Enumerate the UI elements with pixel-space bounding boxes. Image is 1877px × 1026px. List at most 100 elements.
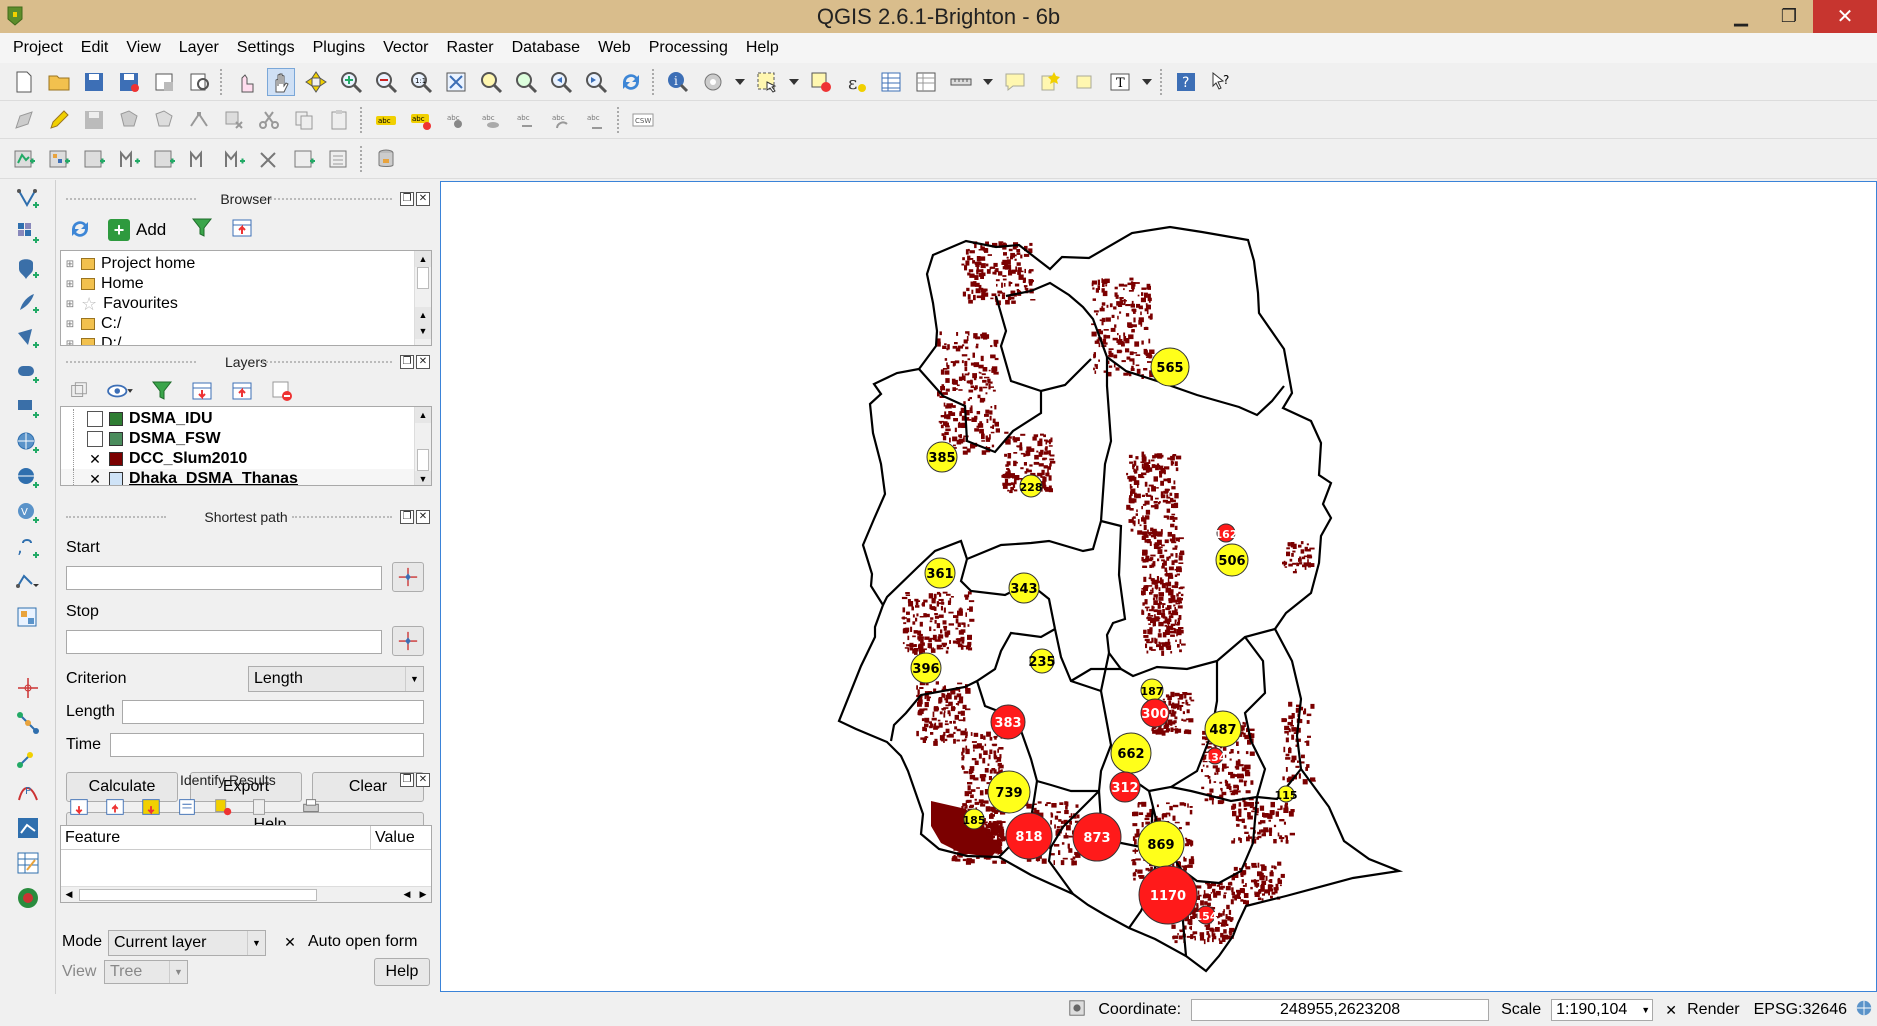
marker-134[interactable]: 134: [1204, 747, 1227, 765]
close-panel-button[interactable]: ✕: [416, 355, 430, 369]
copy-icon[interactable]: [248, 796, 270, 823]
add-wms-layer-icon[interactable]: [220, 145, 248, 173]
marker-506[interactable]: 506: [1215, 543, 1249, 577]
menu-vector[interactable]: Vector: [374, 39, 437, 57]
render-checkbox[interactable]: ✕: [1663, 1002, 1679, 1018]
float-panel-button[interactable]: ❐: [400, 355, 414, 369]
marker-396[interactable]: 396: [910, 652, 942, 684]
layer-row-dcc-slum2010[interactable]: ✕ DCC_Slum2010: [61, 449, 431, 469]
marker-873[interactable]: 873: [1072, 812, 1122, 862]
measure-line-icon[interactable]: [947, 68, 975, 96]
filter-icon[interactable]: [190, 216, 214, 245]
menu-layer[interactable]: Layer: [170, 39, 228, 57]
whats-this-icon[interactable]: ?: [1207, 68, 1235, 96]
refresh-icon[interactable]: [68, 217, 94, 243]
layer-row-dsma-idu[interactable]: DSMA_IDU: [61, 409, 431, 429]
show-hide-labels-icon[interactable]: abc: [477, 106, 505, 134]
layers-tree[interactable]: DSMA_IDU DSMA_FSW ✕ DCC_Slum2010 ✕ Dhaka…: [60, 406, 432, 486]
move-feature-icon[interactable]: [150, 106, 178, 134]
node-tool-icon[interactable]: [185, 106, 213, 134]
close-panel-button[interactable]: ✕: [416, 510, 430, 524]
select-dropdown-icon[interactable]: [788, 68, 800, 96]
float-panel-button[interactable]: ❐: [400, 510, 414, 524]
layer-row-dsma-fsw[interactable]: DSMA_FSW: [61, 429, 431, 449]
column-header-value[interactable]: Value: [371, 826, 431, 849]
save-layer-edits-icon[interactable]: [80, 106, 108, 134]
add-delimited-text-icon[interactable]: [325, 145, 353, 173]
add-oracle-layer-icon[interactable]: [185, 145, 213, 173]
zoom-to-layer-icon[interactable]: [512, 68, 540, 96]
menu-project[interactable]: Project: [4, 39, 72, 57]
zoom-to-selection-icon[interactable]: [477, 68, 505, 96]
close-button[interactable]: ✕: [1813, 0, 1877, 33]
identify-results-table[interactable]: Feature Value ◀ ◀ ▶: [60, 825, 432, 903]
marker-228[interactable]: 228: [1019, 474, 1043, 498]
zoom-full-icon[interactable]: [442, 68, 470, 96]
remove-layer-icon[interactable]: [270, 379, 294, 408]
scale-select[interactable]: 1:190,104 ▼: [1551, 999, 1654, 1021]
marker-312[interactable]: 312: [1109, 771, 1141, 803]
layer-visibility-checkbox[interactable]: [87, 411, 103, 427]
float-panel-button[interactable]: ❐: [400, 773, 414, 787]
marker-818[interactable]: 818: [1005, 812, 1053, 860]
marker-662[interactable]: 662: [1110, 732, 1152, 774]
expand-new-results-icon[interactable]: [140, 796, 162, 823]
table-manager-icon[interactable]: [0, 845, 56, 880]
horizontal-scrollbar[interactable]: ◀ ◀ ▶: [61, 886, 431, 902]
label-layer-icon[interactable]: abc: [372, 106, 400, 134]
menu-settings[interactable]: Settings: [228, 39, 304, 57]
expression-select-icon[interactable]: ε: [842, 68, 870, 96]
mode-select[interactable]: Current layer ▼: [108, 930, 266, 956]
new-project-icon[interactable]: [10, 68, 38, 96]
add-raster-layer-icon[interactable]: [45, 145, 73, 173]
add-button-label[interactable]: Add: [136, 220, 166, 240]
database-icon[interactable]: [372, 145, 400, 173]
expand-tree-icon[interactable]: [68, 796, 90, 823]
menu-edit[interactable]: Edit: [72, 39, 118, 57]
copy-features-icon[interactable]: [290, 106, 318, 134]
touch-zoom-icon[interactable]: [232, 68, 260, 96]
marker-1170[interactable]: 1170: [1138, 865, 1198, 925]
coordinate-input[interactable]: 248955,2623208: [1191, 999, 1490, 1021]
marker-187[interactable]: 187: [1140, 678, 1164, 702]
tree-item-project-home[interactable]: ⊞ Project home: [61, 254, 431, 274]
dropdown-arrow-icon[interactable]: [734, 68, 746, 96]
close-panel-button[interactable]: ✕: [416, 773, 430, 787]
layer-visibility-checkbox[interactable]: ✕: [87, 471, 103, 486]
marker-739[interactable]: 739: [987, 770, 1031, 814]
layer-visibility-checkbox[interactable]: ✕: [87, 451, 103, 467]
move-vertex-icon[interactable]: [0, 740, 56, 775]
menu-web[interactable]: Web: [589, 39, 640, 57]
select-features-icon[interactable]: [753, 68, 781, 96]
new-print-composer-icon[interactable]: [150, 68, 178, 96]
rotate-label-icon[interactable]: abc: [547, 106, 575, 134]
layers-scrollbar[interactable]: ▲ ▼: [414, 407, 431, 485]
add-spatialite-icon[interactable]: [0, 285, 56, 320]
layer-row-dhaka-dsma-thanas[interactable]: ✕ Dhaka_DSMA_Thanas: [61, 469, 431, 486]
save-project-icon[interactable]: [80, 68, 108, 96]
collapse-tree-icon[interactable]: [104, 796, 126, 823]
marker-385[interactable]: 385: [926, 441, 958, 473]
filter-icon[interactable]: [150, 379, 174, 408]
zoom-next-icon[interactable]: [582, 68, 610, 96]
new-shapefile-icon[interactable]: [0, 565, 56, 600]
vertex-tool-icon[interactable]: [0, 705, 56, 740]
zoom-native-icon[interactable]: 1:1: [407, 68, 435, 96]
add-icon[interactable]: +: [108, 219, 130, 241]
add-mssql-icon[interactable]: [0, 320, 56, 355]
menu-raster[interactable]: Raster: [437, 39, 502, 57]
add-spatialite-layer-icon[interactable]: [115, 145, 143, 173]
composer-manager-icon[interactable]: [185, 68, 213, 96]
stop-point-input[interactable]: [66, 630, 382, 654]
menu-help[interactable]: Help: [737, 39, 788, 57]
marker-115[interactable]: 115: [1275, 785, 1298, 803]
menu-view[interactable]: View: [117, 39, 169, 57]
column-header-feature[interactable]: Feature: [61, 826, 371, 849]
map-canvas[interactable]: 565 385 228 162 506 361 343 235 396 187 383 300 487 1…: [440, 181, 1877, 992]
add-oracle-icon[interactable]: [0, 355, 56, 390]
add-wfs-layer-icon[interactable]: [290, 145, 318, 173]
marker-361[interactable]: 361: [924, 557, 956, 589]
marker-487[interactable]: 487: [1204, 710, 1242, 748]
layer-visibility-checkbox[interactable]: [87, 431, 103, 447]
add-feature-icon[interactable]: [115, 106, 143, 134]
